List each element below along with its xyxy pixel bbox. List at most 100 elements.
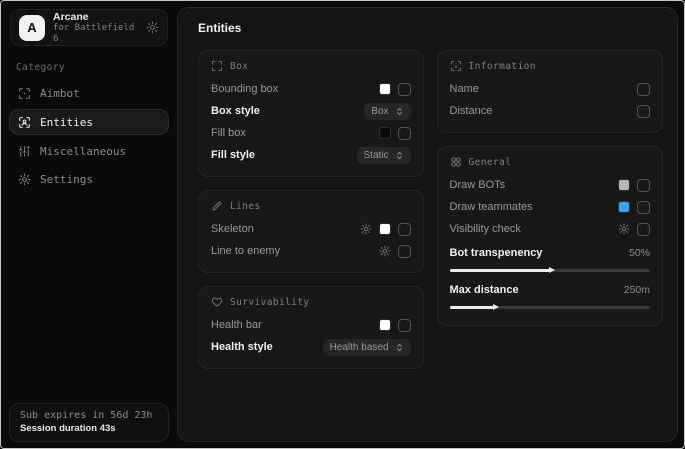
slider-thumb[interactable]: [549, 267, 555, 273]
setting-row: Distance: [450, 100, 650, 122]
setting-label: Health style: [211, 341, 273, 353]
pencil-icon: [211, 200, 223, 212]
chevron-up-down-icon: [395, 151, 404, 160]
heart-icon: [211, 296, 223, 308]
setting-label: Health bar: [211, 319, 262, 331]
setting-row: Bounding box: [211, 78, 411, 100]
section-title: Survivability: [230, 297, 310, 308]
dropdown-value: Box: [371, 106, 388, 117]
line-to-enemy-options-gear-icon[interactable]: [379, 245, 391, 257]
box-corners-icon: [211, 60, 223, 72]
sidebar-item-label: Miscellaneous: [40, 145, 126, 158]
dropdown-value: Static: [364, 150, 389, 161]
category-label: Category: [16, 62, 177, 73]
chevron-up-down-icon: [395, 343, 404, 352]
color-swatch[interactable]: [379, 223, 391, 235]
profile-card[interactable]: A Arcane for Battlefield 6: [10, 9, 168, 46]
draw-bots-checkbox[interactable]: [637, 179, 650, 192]
sidebar-item-label: Aimbot: [40, 87, 80, 100]
sidebar-item-label: Entities: [40, 116, 93, 129]
color-swatch[interactable]: [379, 83, 391, 95]
max-distance-slider-group: Max distance 250m: [450, 280, 650, 309]
crosshair-icon: [18, 87, 31, 100]
visibility-options-gear-icon[interactable]: [618, 223, 630, 235]
setting-label: Draw teammates: [450, 201, 533, 213]
section-title: Box: [230, 61, 248, 72]
setting-row: Draw BOTs: [450, 174, 650, 196]
section-title: Information: [469, 61, 536, 72]
bot-transparency-slider[interactable]: [450, 269, 650, 272]
section-title: Lines: [230, 201, 261, 212]
setting-row: Fill box: [211, 122, 411, 144]
bounding-box-checkbox[interactable]: [398, 83, 411, 96]
max-distance-slider[interactable]: [450, 306, 650, 309]
setting-label: Visibility check: [450, 223, 521, 235]
app-subtitle: for Battlefield 6: [53, 23, 138, 44]
skeleton-checkbox[interactable]: [398, 223, 411, 236]
app-title: Arcane: [53, 11, 138, 23]
setting-label: Name: [450, 83, 479, 95]
main-panel: Entities Box Bounding box: [177, 7, 678, 442]
sidebar-nav: Aimbot Entities: [1, 81, 177, 191]
setting-label: Max distance: [450, 284, 519, 296]
name-checkbox[interactable]: [637, 83, 650, 96]
sidebar-item-aimbot[interactable]: Aimbot: [9, 81, 169, 105]
general-card: General Draw BOTs Draw teammates: [437, 146, 663, 326]
distance-checkbox[interactable]: [637, 105, 650, 118]
fill-box-checkbox[interactable]: [398, 127, 411, 140]
setting-label: Draw BOTs: [450, 179, 506, 191]
sidebar: A Arcane for Battlefield 6 Category: [1, 1, 177, 448]
setting-row: Fill style Static: [211, 144, 411, 166]
page-title: Entities: [198, 21, 663, 35]
information-card: Information Name Distance: [437, 50, 663, 133]
session-duration-text: Session duration 43s: [20, 423, 158, 434]
fill-style-dropdown[interactable]: Static: [357, 147, 411, 164]
setting-label: Bounding box: [211, 83, 278, 95]
box-style-dropdown[interactable]: Box: [364, 103, 410, 120]
visibility-check-checkbox[interactable]: [637, 223, 650, 236]
skeleton-options-gear-icon[interactable]: [360, 223, 372, 235]
draw-teammates-checkbox[interactable]: [637, 201, 650, 214]
setting-row: Health bar: [211, 314, 411, 336]
bot-transparency-slider-group: Bot transpenency 50%: [450, 243, 650, 272]
setting-row: Visibility check: [450, 218, 650, 240]
setting-label: Box style: [211, 105, 260, 117]
sub-expiry-text: Sub expires in 56d 23h: [20, 410, 158, 421]
sidebar-item-entities[interactable]: Entities: [9, 109, 169, 135]
lines-card: Lines Skeleton: [198, 190, 424, 273]
setting-row: Name: [450, 78, 650, 100]
slider-value: 50%: [629, 247, 650, 259]
sliders-icon: [18, 145, 31, 158]
setting-label: Skeleton: [211, 223, 254, 235]
setting-label: Distance: [450, 105, 493, 117]
sidebar-item-label: Settings: [40, 173, 93, 186]
setting-row: Box style Box: [211, 100, 411, 122]
health-bar-checkbox[interactable]: [398, 319, 411, 332]
color-swatch[interactable]: [379, 319, 391, 331]
setting-row: Health style Health based: [211, 336, 411, 358]
dropdown-value: Health based: [330, 342, 389, 353]
gear-icon: [18, 173, 31, 186]
setting-row: Skeleton: [211, 218, 411, 240]
color-swatch[interactable]: [618, 179, 630, 191]
color-swatch[interactable]: [379, 127, 391, 139]
slider-thumb[interactable]: [493, 304, 499, 310]
avatar: A: [19, 15, 45, 41]
setting-label: Fill style: [211, 149, 255, 161]
setting-row: Draw teammates: [450, 196, 650, 218]
slider-value: 250m: [624, 284, 650, 296]
app-window: A Arcane for Battlefield 6 Category: [0, 0, 685, 449]
sidebar-item-settings[interactable]: Settings: [9, 167, 169, 191]
setting-label: Bot transpenency: [450, 247, 543, 259]
grid-icon: [450, 156, 462, 168]
profile-settings-icon[interactable]: [146, 21, 159, 34]
color-swatch[interactable]: [618, 201, 630, 213]
line-to-enemy-checkbox[interactable]: [398, 245, 411, 258]
setting-row: Line to enemy: [211, 240, 411, 262]
entities-scan-icon: [18, 116, 31, 129]
survivability-card: Survivability Health bar Health style He…: [198, 286, 424, 369]
sidebar-item-miscellaneous[interactable]: Miscellaneous: [9, 139, 169, 163]
box-card: Box Bounding box Box style Box: [198, 50, 424, 177]
health-style-dropdown[interactable]: Health based: [323, 339, 411, 356]
info-scan-icon: [450, 60, 462, 72]
